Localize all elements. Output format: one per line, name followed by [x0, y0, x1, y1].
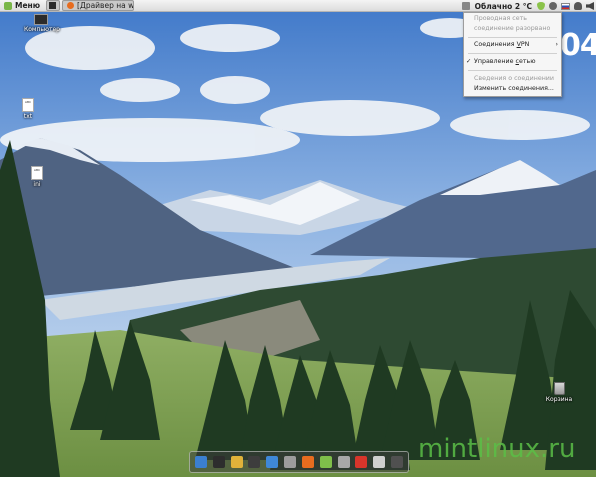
dock-settings-icon[interactable]: [391, 456, 404, 468]
dock-monitor-icon[interactable]: [248, 456, 261, 468]
vpn-connections-pre: Соединения: [474, 41, 517, 48]
main-menu-label: Меню: [15, 1, 41, 10]
site-watermark: mintlinux.ru: [418, 434, 576, 464]
menu-separator: [468, 53, 557, 54]
dock-app-red-icon[interactable]: [355, 456, 368, 468]
wired-header: Проводная сеть: [474, 15, 527, 22]
network-menu: Проводная сеть соединение разорвано Соед…: [463, 12, 562, 97]
manage-network-post: етью: [518, 58, 536, 65]
user-icon[interactable]: [574, 2, 582, 10]
connection-info-item[interactable]: Сведения о соединении: [464, 74, 561, 83]
text-file-icon: ABC: [22, 98, 34, 112]
desktop-icon-trash[interactable]: Корзина: [542, 382, 576, 403]
firefox-icon: [67, 2, 75, 9]
desktop-icon-ini[interactable]: ABC ini: [26, 166, 48, 188]
dock-files-icon[interactable]: [319, 456, 332, 468]
desktop-icon-label: txt: [23, 113, 33, 120]
edit-connections-item[interactable]: Изменить соединения...: [464, 84, 561, 93]
manage-network-pre: Управление: [474, 58, 516, 65]
menu-separator: [468, 37, 557, 38]
wallpaper-digits: 04: [560, 28, 596, 63]
system-tray: Облачно 2 °C: [460, 0, 596, 12]
wired-status: соединение разорвано: [474, 25, 551, 32]
chevron-right-icon: ›: [555, 41, 558, 48]
keyboard-layout-flag-icon[interactable]: [561, 2, 570, 10]
computer-icon: [34, 14, 48, 25]
top-panel: Меню [Драйвер на wi... Облачно 2 °C: [0, 0, 596, 12]
check-icon: ✓: [466, 58, 472, 65]
file-badge: ABC: [24, 100, 32, 104]
taskbar-item-firefox[interactable]: [Драйвер на wi...: [62, 0, 135, 11]
vpn-connections-post: PN: [520, 41, 530, 48]
menu-separator: [468, 70, 557, 71]
dock-firefox-icon[interactable]: [301, 456, 314, 468]
trash-icon: [553, 382, 565, 395]
desktop-icon-label: Компьютер: [24, 26, 60, 33]
terminal-icon: [49, 2, 57, 9]
text-file-icon: ABC: [31, 166, 43, 180]
dock-terminal-icon[interactable]: [212, 456, 225, 468]
taskbar-item-label: [Драйвер на wi...: [77, 1, 135, 10]
dock-anchor-icon[interactable]: [194, 456, 207, 468]
mint-logo-icon: [4, 1, 12, 10]
desktop-icon-txt[interactable]: ABC txt: [17, 98, 39, 120]
main-menu-button[interactable]: Меню: [0, 0, 44, 12]
dock: [189, 451, 409, 473]
updates-shield-icon[interactable]: [537, 2, 545, 10]
dock-grid-icon[interactable]: [337, 456, 350, 468]
desktop-icon-computer[interactable]: Компьютер: [24, 14, 60, 33]
power-icon[interactable]: [549, 2, 557, 10]
vpn-connections-item[interactable]: Соединения VPN ›: [464, 40, 561, 49]
dock-chrome-icon[interactable]: [230, 456, 243, 468]
desktop-icon-label: ini: [33, 181, 41, 188]
dock-editor-icon[interactable]: [373, 456, 386, 468]
speaker-icon[interactable]: [586, 2, 594, 10]
manage-network-item[interactable]: ✓ Управление сетью: [464, 57, 561, 66]
dock-writer-icon[interactable]: [266, 456, 279, 468]
desktop-icon-label: Корзина: [545, 396, 573, 403]
taskbar-item-terminal[interactable]: [46, 0, 61, 11]
file-badge: ABC: [33, 168, 41, 172]
network-icon[interactable]: [461, 2, 470, 10]
weather-applet[interactable]: Облачно 2 °C: [475, 2, 532, 11]
dock-calc-icon[interactable]: [284, 456, 297, 468]
